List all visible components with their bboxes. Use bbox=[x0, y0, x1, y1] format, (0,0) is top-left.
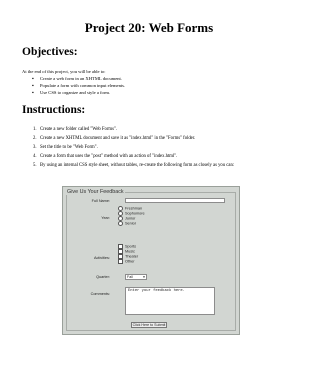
feedback-form-screenshot: Full Name: Year: Freshman Sophomore Juni… bbox=[62, 186, 240, 335]
instruction-step: 1. Create a new folder called "Web Forms"… bbox=[33, 127, 270, 133]
step-number: 1. bbox=[33, 127, 37, 132]
instruction-step: 3. Set the title to be "Web Form". bbox=[33, 145, 270, 151]
objectives-heading: Objectives: bbox=[22, 46, 78, 58]
form-legend: Give Us Your Feedback bbox=[66, 189, 125, 195]
quarter-select[interactable]: Fall ▼ bbox=[125, 274, 147, 280]
objective-item: Populate a form with common input elemen… bbox=[40, 83, 125, 90]
step-number: 5. bbox=[33, 163, 37, 168]
comments-label: Comments: bbox=[90, 292, 110, 296]
submit-button[interactable]: Click Here to Submit bbox=[131, 322, 167, 328]
form-fieldset: Full Name: Year: Freshman Sophomore Juni… bbox=[66, 192, 236, 331]
quarter-label: Quarter: bbox=[96, 275, 110, 279]
year-option-label: Freshman bbox=[125, 206, 143, 211]
checkbox-icon bbox=[118, 259, 123, 264]
instruction-step: 5. By using an internal CSS style sheet, … bbox=[33, 163, 270, 169]
step-number: 3. bbox=[33, 145, 37, 150]
comments-textarea[interactable]: Enter your feedback here. bbox=[125, 287, 215, 315]
step-text: Create a new XHTML document and save it … bbox=[40, 136, 196, 141]
activity-option[interactable]: Other bbox=[118, 259, 135, 264]
step-text: Set the title to be "Web Form". bbox=[40, 145, 98, 150]
activity-option-label: Theater bbox=[125, 254, 139, 259]
objective-item: Use CSS to organize and style a form. bbox=[40, 90, 125, 97]
full-name-label: Full Name: bbox=[91, 199, 110, 203]
objective-item: Create a web form in an XHTML document. bbox=[40, 76, 125, 83]
year-option-label: Senior bbox=[125, 221, 136, 226]
year-option-label: Sophomore bbox=[125, 211, 145, 216]
year-label: Year: bbox=[101, 216, 110, 220]
chevron-down-icon: ▼ bbox=[142, 275, 146, 279]
step-text: Create a form that uses the "post" metho… bbox=[40, 154, 178, 159]
step-number: 4. bbox=[33, 154, 37, 159]
page-title: Project 20: Web Forms bbox=[84, 20, 214, 35]
quarter-selected-value: Fall bbox=[127, 275, 133, 279]
year-option-label: Junior bbox=[125, 216, 136, 221]
year-option[interactable]: Senior bbox=[118, 221, 136, 226]
step-text: Create a new folder called "Web Forms". bbox=[40, 127, 117, 132]
objectives-list: Create a web form in an XHTML document. … bbox=[40, 76, 125, 98]
full-name-input[interactable] bbox=[125, 198, 225, 203]
instruction-step: 2. Create a new XHTML document and save i… bbox=[33, 136, 270, 142]
instruction-step: 4. Create a form that uses the "post" met… bbox=[33, 154, 270, 160]
activities-label: Activities: bbox=[93, 256, 110, 260]
instructions-heading: Instructions: bbox=[22, 104, 86, 116]
step-number: 2. bbox=[33, 136, 37, 141]
activity-option-label: Other bbox=[125, 259, 135, 264]
activity-option-label: Music bbox=[125, 249, 135, 254]
step-text: By using an internal CSS style sheet, wi… bbox=[40, 163, 235, 168]
instructions-list: 1. Create a new folder called "Web Forms"… bbox=[33, 127, 270, 172]
objectives-intro: At the end of this project, you will be … bbox=[22, 69, 106, 74]
document-page: Project 20: Web Forms Objectives: At the… bbox=[0, 0, 298, 386]
activity-option-label: Sports bbox=[125, 244, 136, 249]
radio-icon bbox=[118, 221, 123, 226]
